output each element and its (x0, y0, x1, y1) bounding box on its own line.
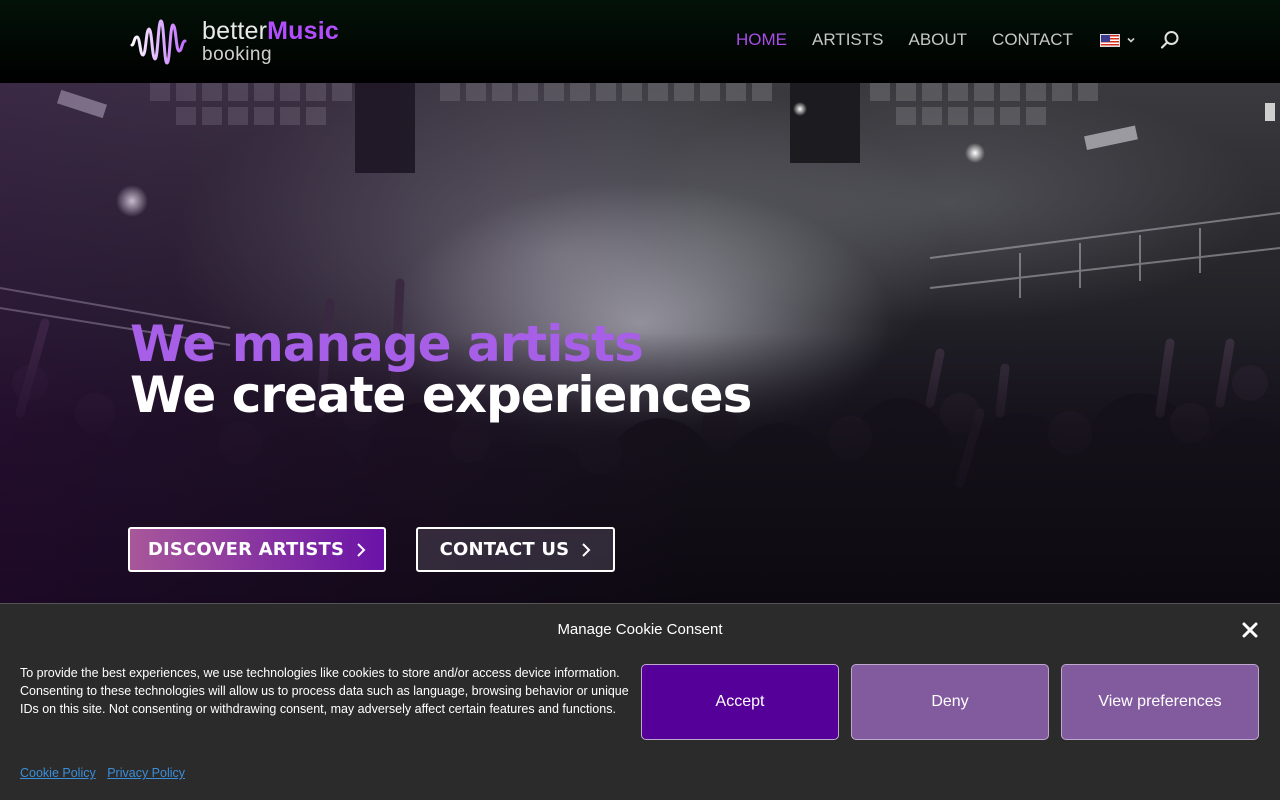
nav-item-about[interactable]: ABOUT (908, 30, 967, 50)
chevron-right-icon (582, 542, 591, 557)
discover-artists-button[interactable]: DISCOVER ARTISTS (128, 527, 386, 572)
close-icon[interactable] (1241, 621, 1259, 639)
discover-artists-label: DISCOVER ARTISTS (147, 539, 345, 560)
accept-button[interactable]: Accept (641, 664, 839, 740)
view-preferences-button[interactable]: View preferences (1061, 664, 1259, 740)
cookie-policy-link[interactable]: Cookie Policy (20, 766, 96, 780)
us-flag-icon (1099, 33, 1120, 47)
privacy-policy-link[interactable]: Privacy Policy (107, 766, 185, 780)
cookie-consent-banner: Manage Cookie Consent To provide the bes… (0, 603, 1280, 800)
deny-button[interactable]: Deny (851, 664, 1049, 740)
brand-name: betterMusic (202, 16, 339, 45)
sound-wave-logo-icon (130, 19, 187, 65)
hero-section: We manage artists We create experiences … (0, 83, 1280, 603)
site-header: betterMusic booking HOME ARTISTS ABOUT C… (0, 0, 1280, 83)
chevron-down-icon (1127, 37, 1135, 43)
cookie-description: To provide the best experiences, we use … (20, 666, 629, 716)
brand-subtitle: booking (202, 43, 273, 65)
cookie-title: Manage Cookie Consent (557, 621, 723, 638)
contact-us-button[interactable]: CONTACT US (416, 527, 615, 572)
hero-headline: We manage artists We create experiences (130, 315, 752, 424)
search-icon[interactable] (1160, 30, 1180, 50)
chevron-right-icon (357, 542, 366, 557)
language-switcher[interactable] (1099, 33, 1136, 47)
headline-line-1: We manage artists (130, 315, 644, 373)
headline-line-2: We create experiences (130, 366, 752, 424)
main-nav: HOME ARTISTS ABOUT CONTACT (736, 30, 1180, 50)
nav-item-home[interactable]: HOME (736, 30, 787, 50)
nav-item-contact[interactable]: CONTACT (992, 30, 1073, 50)
cookie-links: Cookie Policy Privacy Policy (20, 766, 193, 780)
nav-item-artists[interactable]: ARTISTS (812, 30, 883, 50)
brand-logo[interactable]: betterMusic booking (130, 14, 339, 68)
contact-us-label: CONTACT US (439, 539, 570, 560)
